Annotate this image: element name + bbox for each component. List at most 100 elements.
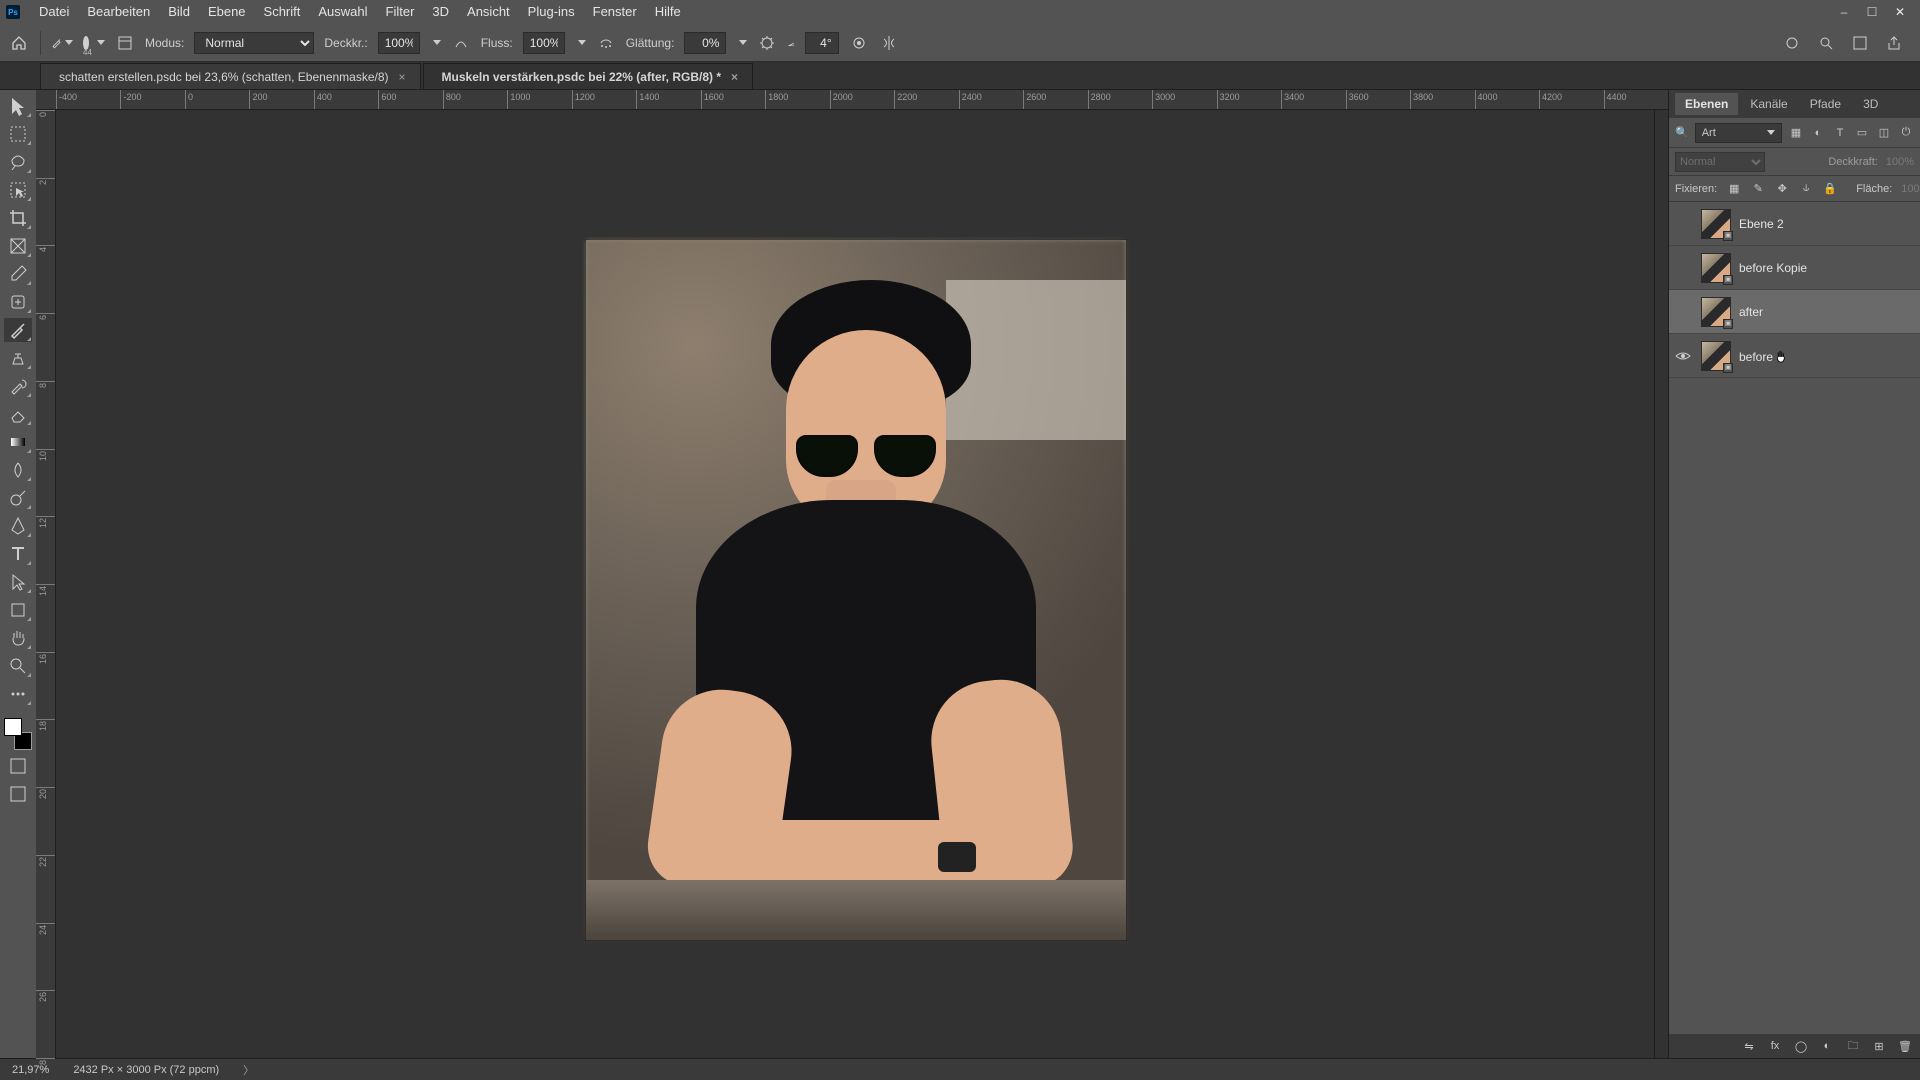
group-icon[interactable]: 🗀 <box>1846 1039 1860 1053</box>
layer-blend-mode-select[interactable]: Normal <box>1675 152 1765 172</box>
layer-row[interactable]: ▣ after <box>1669 290 1920 334</box>
status-caret-icon[interactable]: 〉 <box>243 1062 254 1078</box>
layer-name[interactable]: before <box>1739 347 1787 364</box>
window-minimize-button[interactable]: – <box>1830 5 1858 19</box>
blend-mode-select[interactable]: Normal <box>194 32 314 54</box>
search-icon[interactable] <box>1816 33 1836 53</box>
adjustment-layer-icon[interactable]: ◐ <box>1820 1039 1834 1053</box>
dodge-tool[interactable] <box>4 486 32 510</box>
menu-plug-ins[interactable]: Plug-ins <box>519 0 584 24</box>
layer-thumbnail[interactable]: ▣ <box>1701 253 1731 283</box>
shape-filter-icon[interactable]: ▭ <box>1854 125 1870 141</box>
window-close-button[interactable]: ✕ <box>1886 5 1914 19</box>
close-tab-icon[interactable]: × <box>399 70 406 84</box>
layer-visibility-toggle[interactable] <box>1673 346 1693 366</box>
menu-ebene[interactable]: Ebene <box>199 0 255 24</box>
frame-tool[interactable] <box>4 234 32 258</box>
path-select-tool[interactable] <box>4 570 32 594</box>
angle-input[interactable] <box>805 32 839 54</box>
shape-tool[interactable] <box>4 598 32 622</box>
layer-name[interactable]: before Kopie <box>1739 261 1807 275</box>
menu-filter[interactable]: Filter <box>377 0 424 24</box>
clone-stamp-tool[interactable] <box>4 346 32 370</box>
home-icon[interactable] <box>8 32 30 54</box>
menu-datei[interactable]: Datei <box>30 0 78 24</box>
layer-thumbnail[interactable]: ▣ <box>1701 297 1731 327</box>
object-select-tool[interactable] <box>4 178 32 202</box>
layer-visibility-toggle[interactable] <box>1673 302 1693 322</box>
tool-preset-picker[interactable] <box>51 32 73 54</box>
layer-filter-kind-select[interactable]: Art <box>1695 123 1782 143</box>
menu-bild[interactable]: Bild <box>159 0 199 24</box>
share-icon[interactable] <box>1884 33 1904 53</box>
document-tab[interactable]: schatten erstellen.psdc bei 23,6% (schat… <box>40 63 421 89</box>
type-tool[interactable] <box>4 542 32 566</box>
panel-tab-kanäle[interactable]: Kanäle <box>1740 93 1797 115</box>
pen-tool[interactable] <box>4 514 32 538</box>
close-tab-icon[interactable]: × <box>731 70 738 84</box>
rectangular-marquee-tool[interactable] <box>4 122 32 146</box>
layer-row[interactable]: ▣ before <box>1669 334 1920 378</box>
menu-schrift[interactable]: Schrift <box>255 0 310 24</box>
document-dimensions[interactable]: 2432 Px × 3000 Px (72 ppcm) <box>73 1064 219 1076</box>
brush-tool[interactable] <box>4 318 32 342</box>
brush-preset-picker[interactable]: 44 <box>83 32 105 54</box>
toggle-filter-icon[interactable]: ⏻ <box>1898 125 1914 141</box>
layer-visibility-toggle[interactable] <box>1673 214 1693 234</box>
panel-tab-3d[interactable]: 3D <box>1853 93 1888 115</box>
layer-name[interactable]: after <box>1739 305 1763 319</box>
smartobj-filter-icon[interactable]: ◫ <box>1876 125 1892 141</box>
layer-row[interactable]: ▣ Ebene 2 <box>1669 202 1920 246</box>
layer-name[interactable]: Ebene 2 <box>1739 217 1784 231</box>
layer-thumbnail[interactable]: ▣ <box>1701 341 1731 371</box>
delete-layer-icon[interactable]: 🗑 <box>1898 1039 1912 1053</box>
lock-position-icon[interactable]: ✎ <box>1750 181 1766 197</box>
menu-auswahl[interactable]: Auswahl <box>309 0 376 24</box>
eyedropper-tool[interactable] <box>4 262 32 286</box>
pressure-opacity-icon[interactable] <box>451 33 471 53</box>
text-filter-icon[interactable]: T <box>1832 125 1848 141</box>
menu-fenster[interactable]: Fenster <box>584 0 646 24</box>
gradient-tool[interactable] <box>4 430 32 454</box>
healing-brush-tool[interactable] <box>4 290 32 314</box>
lock-artboard-icon[interactable]: ✥ <box>1774 181 1790 197</box>
fx-filter-icon[interactable]: ◐ <box>1810 125 1826 141</box>
pressure-size-icon[interactable] <box>849 33 869 53</box>
layer-fill-value[interactable]: 100% <box>1901 183 1920 195</box>
layer-thumbnail[interactable]: ▣ <box>1701 209 1731 239</box>
panel-tab-ebenen[interactable]: Ebenen <box>1675 93 1738 115</box>
lock-all-icon[interactable]: 🔒 <box>1822 181 1838 197</box>
airbrush-icon[interactable] <box>596 33 616 53</box>
window-maximize-button[interactable]: ☐ <box>1858 5 1886 19</box>
layer-row[interactable]: ▣ before Kopie <box>1669 246 1920 290</box>
color-swatches[interactable] <box>4 718 32 750</box>
opacity-input[interactable] <box>378 32 420 54</box>
panel-tab-pfade[interactable]: Pfade <box>1800 93 1851 115</box>
blur-tool[interactable] <box>4 458 32 482</box>
zoom-tool[interactable] <box>4 654 32 678</box>
move-tool[interactable] <box>4 94 32 118</box>
image-filter-icon[interactable]: ▦ <box>1788 125 1804 141</box>
smoothing-input[interactable] <box>684 32 726 54</box>
quick-mask[interactable] <box>4 754 32 778</box>
fx-menu-icon[interactable]: fx <box>1768 1039 1782 1053</box>
smoothing-options-icon[interactable] <box>757 33 777 53</box>
layer-opacity-value[interactable]: 100% <box>1886 156 1914 168</box>
symmetry-icon[interactable] <box>879 33 899 53</box>
lock-move-icon[interactable]: ⫝ <box>1798 181 1814 197</box>
lock-pixels-icon[interactable]: ▦ <box>1726 181 1742 197</box>
lasso-tool[interactable] <box>4 150 32 174</box>
menu-ansicht[interactable]: Ansicht <box>458 0 519 24</box>
crop-tool[interactable] <box>4 206 32 230</box>
arrange-docs-icon[interactable] <box>1850 33 1870 53</box>
eraser-tool[interactable] <box>4 402 32 426</box>
menu-bearbeiten[interactable]: Bearbeiten <box>78 0 159 24</box>
flow-input[interactable] <box>523 32 565 54</box>
hand-tool[interactable] <box>4 626 32 650</box>
history-brush-tool[interactable] <box>4 374 32 398</box>
layer-mask-icon[interactable]: ◯ <box>1794 1039 1808 1053</box>
menu-hilfe[interactable]: Hilfe <box>646 0 690 24</box>
new-layer-icon[interactable]: ⊞ <box>1872 1039 1886 1053</box>
layer-visibility-toggle[interactable] <box>1673 258 1693 278</box>
canvas[interactable] <box>56 110 1654 1058</box>
